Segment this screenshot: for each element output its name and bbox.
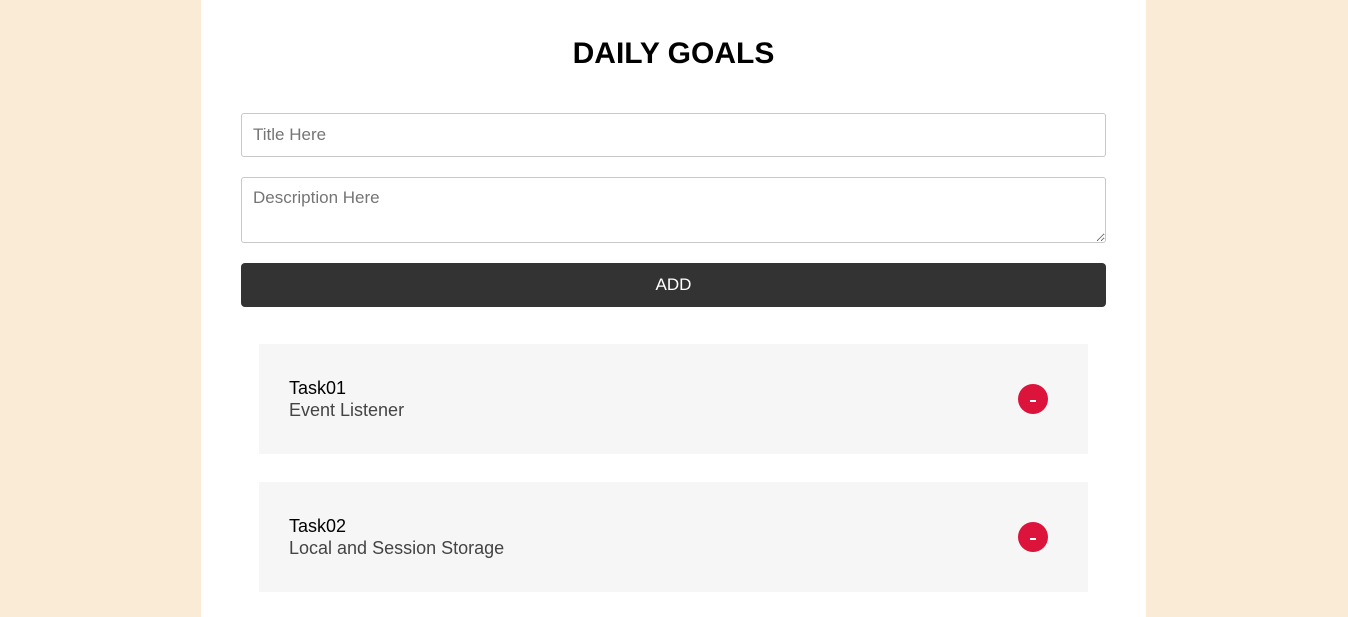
minus-icon [1030, 538, 1036, 540]
minus-icon [1030, 400, 1036, 402]
description-input[interactable] [241, 177, 1106, 243]
task-item: Task01 Event Listener [259, 344, 1088, 454]
add-button[interactable]: ADD [241, 263, 1106, 307]
task-item: Task02 Local and Session Storage [259, 482, 1088, 592]
remove-task-button[interactable] [1018, 384, 1048, 414]
goals-card: DAILY GOALS ADD Task01 Event Listener Ta… [201, 0, 1146, 617]
title-input[interactable] [241, 113, 1106, 157]
task-title: Task01 [289, 378, 347, 398]
remove-task-button[interactable] [1018, 522, 1048, 552]
task-description: Event Listener [289, 400, 405, 420]
task-title: Task02 [289, 516, 347, 536]
task-description: Local and Session Storage [289, 538, 505, 558]
page-title: DAILY GOALS [572, 37, 775, 70]
